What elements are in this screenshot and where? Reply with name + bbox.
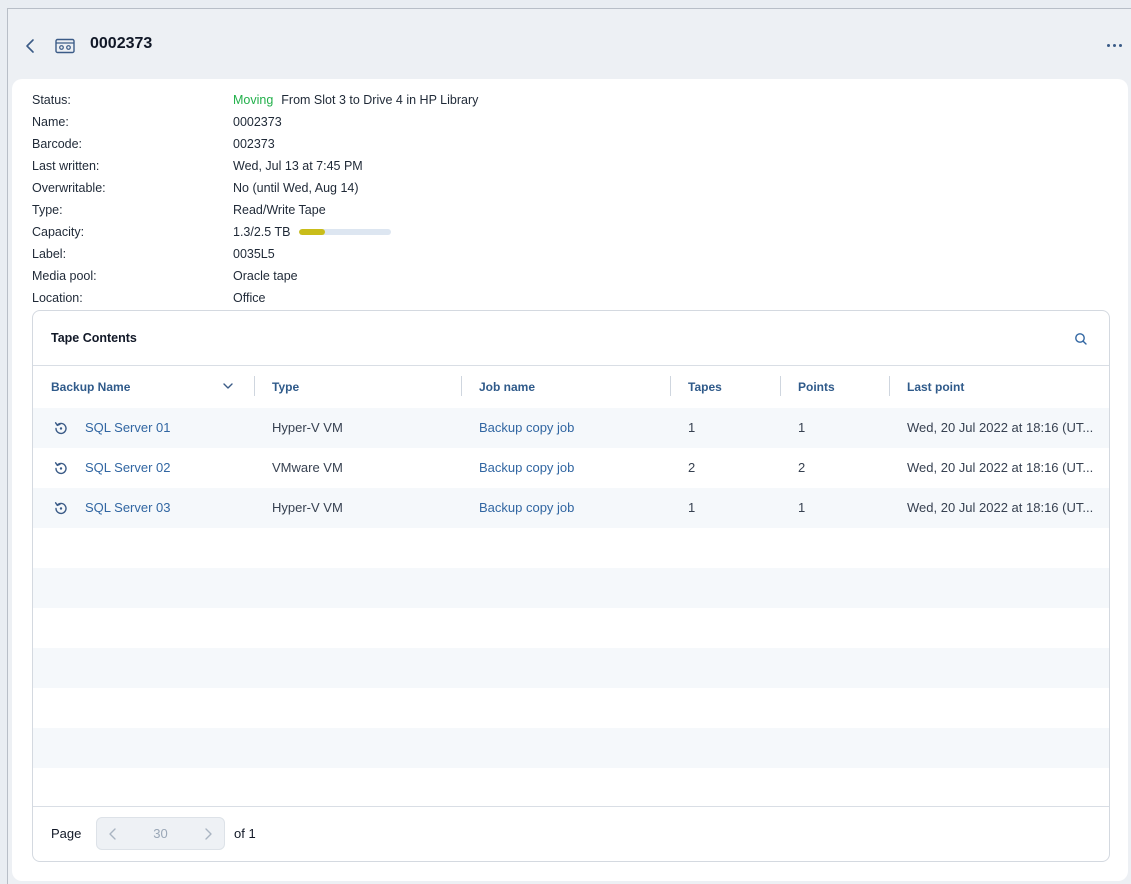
next-page-button[interactable] [201, 826, 215, 842]
page-title: 0002373 [90, 35, 153, 52]
type-cell: Hyper-V VM [272, 500, 343, 515]
column-header-job-name[interactable]: Job name [479, 380, 535, 394]
tapes-cell: 1 [688, 420, 696, 435]
table-row[interactable]: SQL Server 02 VMware VM Backup copy job 2 2 W… [33, 448, 1109, 488]
capacity-bar [299, 229, 392, 235]
property-value-text: 0002373 [233, 115, 282, 129]
column-divider[interactable] [254, 376, 255, 396]
property-label: Name: [32, 115, 69, 129]
points-cell: 2 [798, 460, 806, 475]
page-selector: 30 [96, 817, 225, 850]
more-dots-icon [1106, 43, 1110, 47]
tape-details-card: Status: Moving From Slot 3 to Drive 4 in H… [12, 79, 1128, 881]
property-value-text: No (until Wed, Aug 14) [233, 181, 359, 195]
column-divider[interactable] [461, 376, 462, 396]
page-label: Page [51, 826, 82, 841]
restore-icon [53, 500, 69, 516]
property-value: No (until Wed, Aug 14) [233, 181, 359, 195]
restore-icon [53, 420, 69, 436]
property-label: Type: [32, 203, 63, 217]
table-header: Backup Name Type Job name Tapes Points L… [33, 366, 1109, 408]
table-row[interactable]: SQL Server 01 Hyper-V VM Backup copy job 1 1… [33, 408, 1109, 448]
property-label: Capacity: [32, 225, 85, 239]
property-label: Location: [32, 291, 83, 305]
backup-name-link[interactable]: SQL Server 02 [85, 460, 171, 475]
empty-row [33, 768, 1109, 808]
property-value: Office [233, 291, 265, 305]
column-header-backup-name[interactable]: Backup Name [51, 380, 130, 394]
empty-row [33, 528, 1109, 568]
property-value: 1.3/2.5 TB [233, 225, 392, 239]
property-value: Wed, Jul 13 at 7:45 PM [233, 159, 363, 173]
pagination: Page 30 of 1 [33, 806, 1109, 861]
property-value: 002373 [233, 137, 275, 151]
property-value-text: 1.3/2.5 TB [233, 225, 291, 239]
property-value: Moving From Slot 3 to Drive 4 in HP Libra… [233, 93, 478, 107]
empty-row [33, 568, 1109, 608]
tapes-cell: 1 [688, 500, 696, 515]
property-value: 0035L5 [233, 247, 275, 261]
page-total: of 1 [234, 826, 256, 841]
property-value-text: Oracle tape [233, 269, 298, 283]
property-value: Read/Write Tape [233, 203, 326, 217]
last-point-cell: Wed, 20 Jul 2022 at 18:16 (UT... [907, 420, 1094, 435]
table-row[interactable]: SQL Server 03 Hyper-V VM Backup copy job 1 1… [33, 488, 1109, 528]
column-header-tapes[interactable]: Tapes [688, 380, 722, 394]
job-name-link[interactable]: Backup copy job [479, 500, 574, 515]
capacity-bar-fill [299, 229, 326, 235]
status-text: Moving [233, 93, 274, 107]
column-divider[interactable] [780, 376, 781, 396]
points-cell: 1 [798, 420, 806, 435]
header: 0002373 [8, 9, 1131, 79]
property-label: Label: [32, 247, 67, 261]
backup-name-link[interactable]: SQL Server 03 [85, 500, 171, 515]
backup-name-link[interactable]: SQL Server 01 [85, 420, 171, 435]
column-header-points[interactable]: Points [798, 380, 835, 394]
empty-row [33, 728, 1109, 768]
search-icon[interactable] [1073, 331, 1089, 347]
tape-details-window: 0002373 Status: Moving From Slot 3 to Driv… [7, 8, 1131, 884]
type-cell: VMware VM [272, 460, 343, 475]
property-value-text: Office [233, 291, 266, 305]
job-name-link[interactable]: Backup copy job [479, 420, 574, 435]
empty-row [33, 648, 1109, 688]
column-header-type[interactable]: Type [272, 380, 299, 394]
column-header-last-point[interactable]: Last point [907, 380, 964, 394]
property-label: Overwritable: [32, 181, 106, 195]
property-value: 0002373 [233, 115, 282, 129]
property-value-text: 0035L5 [233, 247, 275, 261]
tape-cassette-icon [55, 38, 75, 54]
property-value-text: Wed, Jul 13 at 7:45 PM [233, 159, 363, 173]
empty-row [33, 688, 1109, 728]
empty-row [33, 608, 1109, 648]
table-body: SQL Server 01 Hyper-V VM Backup copy job 1 1… [33, 408, 1109, 808]
property-value-text: Read/Write Tape [233, 203, 326, 217]
points-cell: 1 [798, 500, 806, 515]
panel-title: Tape Contents [51, 331, 137, 345]
more-options-button[interactable] [1103, 37, 1125, 53]
type-cell: Hyper-V VM [272, 420, 343, 435]
back-button[interactable] [22, 36, 38, 56]
panel-header: Tape Contents [33, 311, 1109, 366]
last-point-cell: Wed, 20 Jul 2022 at 18:16 (UT... [907, 460, 1094, 475]
property-label: Media pool: [32, 269, 97, 283]
column-divider[interactable] [889, 376, 890, 396]
job-name-link[interactable]: Backup copy job [479, 460, 574, 475]
chevron-left-icon [26, 39, 34, 53]
property-label: Last written: [32, 159, 100, 173]
column-divider[interactable] [670, 376, 671, 396]
property-value-text: From Slot 3 to Drive 4 in HP Library [281, 93, 479, 107]
property-value-text: 002373 [233, 137, 275, 151]
restore-icon [53, 460, 69, 476]
last-point-cell: Wed, 20 Jul 2022 at 18:16 (UT... [907, 500, 1094, 515]
property-label: Barcode: [32, 137, 83, 151]
tape-contents-panel: Tape Contents Backup Name Type Job name … [32, 310, 1110, 862]
property-label: Status: [32, 93, 71, 107]
tapes-cell: 2 [688, 460, 696, 475]
property-value: Oracle tape [233, 269, 298, 283]
chevron-down-icon[interactable] [221, 379, 235, 393]
